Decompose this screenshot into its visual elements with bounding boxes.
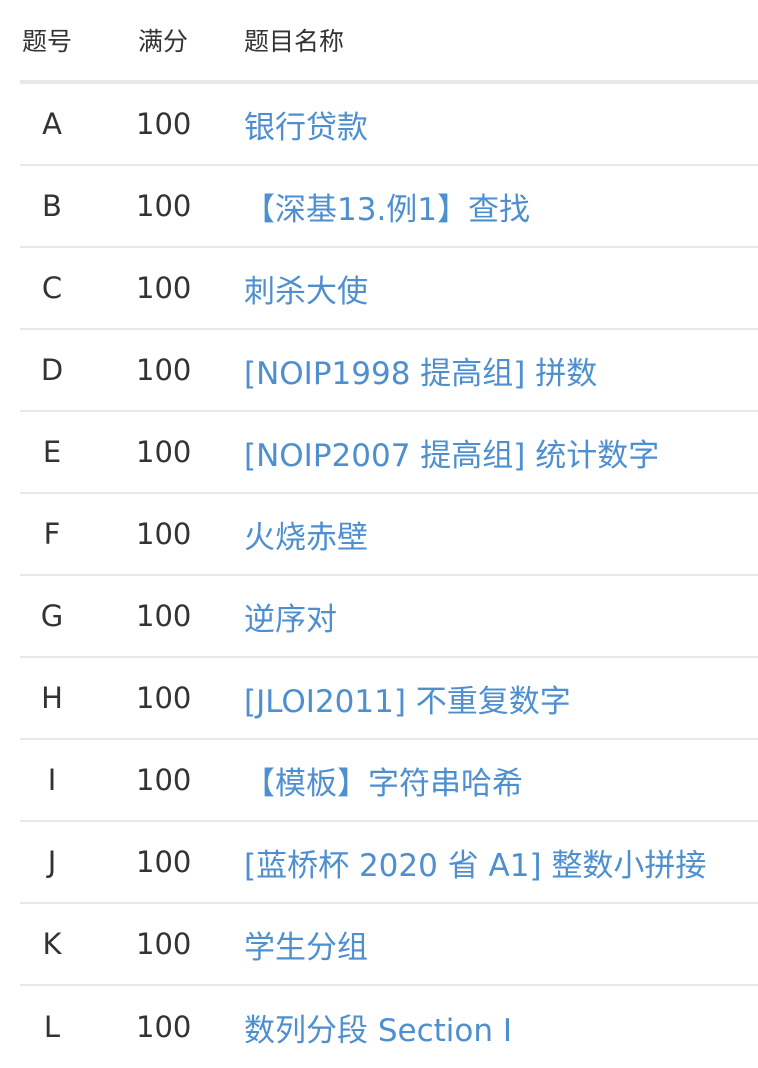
problem-title-link[interactable]: 数列分段 Section I xyxy=(244,1013,512,1049)
problem-title-link[interactable]: 银行贷款 xyxy=(244,110,368,146)
problem-score: 100 xyxy=(136,599,192,633)
problem-score: 100 xyxy=(136,681,192,715)
table-row: G 100 逆序对 xyxy=(20,576,758,658)
header-title: 题目名称 xyxy=(244,27,345,56)
problem-id: J xyxy=(47,845,57,879)
table-row: A 100 银行贷款 xyxy=(20,84,758,166)
problem-table: 题号 满分 题目名称 A 100 银行贷款 B 100 【深基13.例1】查找 … xyxy=(20,0,758,1068)
table-row: K 100 学生分组 xyxy=(20,904,758,986)
table-row: H 100 [JLOI2011] 不重复数字 xyxy=(20,658,758,740)
table-header: 题号 满分 题目名称 xyxy=(20,0,758,84)
problem-id: E xyxy=(42,435,62,469)
problem-title-link[interactable]: 【深基13.例1】查找 xyxy=(244,192,530,228)
problem-score: 100 xyxy=(136,435,192,469)
problem-score: 100 xyxy=(136,353,192,387)
table-row: L 100 数列分段 Section I xyxy=(20,986,758,1068)
table-row: J 100 [蓝桥杯 2020 省 A1] 整数小拼接 xyxy=(20,822,758,904)
problem-score: 100 xyxy=(136,1010,192,1044)
problem-id: B xyxy=(42,189,62,223)
table-row: F 100 火烧赤壁 xyxy=(20,494,758,576)
problem-id: A xyxy=(42,107,62,141)
header-id: 题号 xyxy=(22,27,73,56)
problem-score: 100 xyxy=(136,189,192,223)
table-row: B 100 【深基13.例1】查找 xyxy=(20,166,758,248)
problem-id: G xyxy=(40,599,64,633)
problem-title-link[interactable]: [NOIP2007 提高组] 统计数字 xyxy=(244,438,659,474)
problem-title-link[interactable]: [JLOI2011] 不重复数字 xyxy=(244,684,571,720)
problem-id: I xyxy=(47,763,57,797)
problem-score: 100 xyxy=(136,927,192,961)
problem-title-link[interactable]: 逆序对 xyxy=(244,602,337,638)
problem-title-link[interactable]: 火烧赤壁 xyxy=(244,520,368,556)
problem-id: L xyxy=(43,1010,61,1044)
table-row: D 100 [NOIP1998 提高组] 拼数 xyxy=(20,330,758,412)
header-score: 满分 xyxy=(138,27,189,56)
table-row: I 100 【模板】字符串哈希 xyxy=(20,740,758,822)
problem-title-link[interactable]: [蓝桥杯 2020 省 A1] 整数小拼接 xyxy=(244,848,706,884)
problem-score: 100 xyxy=(136,763,192,797)
problem-title-link[interactable]: 刺杀大使 xyxy=(244,274,368,310)
problem-score: 100 xyxy=(136,107,192,141)
problem-score: 100 xyxy=(136,517,192,551)
problem-score: 100 xyxy=(136,845,192,879)
problem-id: H xyxy=(41,681,63,715)
problem-title-link[interactable]: 学生分组 xyxy=(244,930,368,966)
problem-id: F xyxy=(43,517,61,551)
problem-score: 100 xyxy=(136,271,192,305)
problem-title-link[interactable]: [NOIP1998 提高组] 拼数 xyxy=(244,356,597,392)
table-row: E 100 [NOIP2007 提高组] 统计数字 xyxy=(20,412,758,494)
problem-id: K xyxy=(42,927,62,961)
problem-id: C xyxy=(41,271,63,305)
problem-id: D xyxy=(40,353,64,387)
problem-title-link[interactable]: 【模板】字符串哈希 xyxy=(244,766,523,802)
table-row: C 100 刺杀大使 xyxy=(20,248,758,330)
